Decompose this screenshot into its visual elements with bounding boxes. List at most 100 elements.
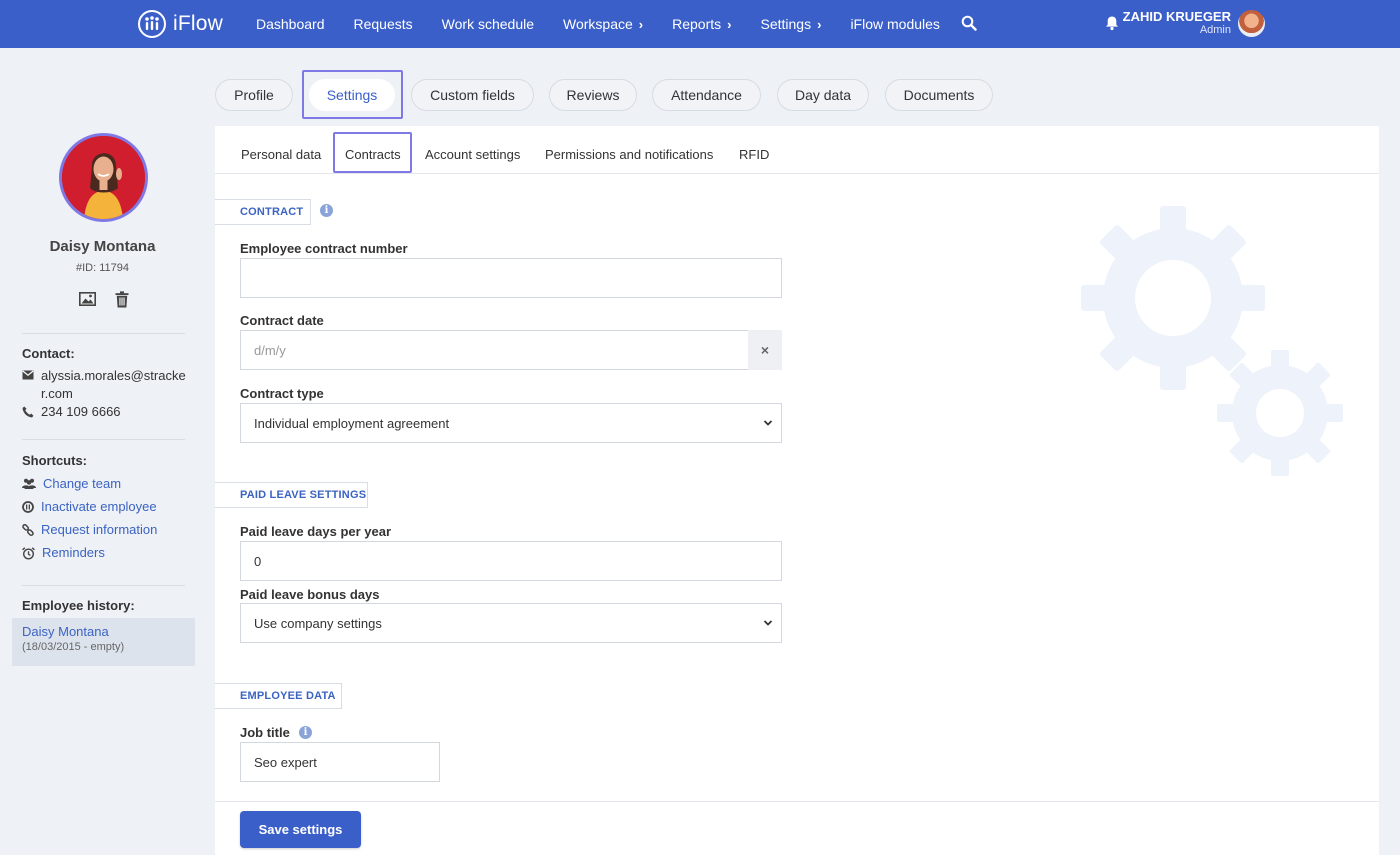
nav-label: Requests [353, 16, 413, 32]
subtab-permissions-notifications[interactable]: Permissions and notifications [545, 147, 713, 162]
user-avatar[interactable] [1238, 10, 1265, 37]
tab-profile[interactable]: Profile [215, 79, 293, 111]
tab-label: Custom fields [430, 87, 515, 103]
nav-label: Settings [760, 16, 812, 32]
phone-icon [22, 406, 34, 418]
shortcut-label[interactable]: Request information [41, 521, 157, 539]
job-title-label: Job title [240, 725, 290, 740]
tab-day-data[interactable]: Day data [777, 79, 869, 111]
paid-leave-days-input[interactable]: 0 [240, 541, 782, 581]
chevron-down-icon [763, 620, 773, 626]
tab-label: Documents [903, 87, 975, 103]
nav-reports[interactable]: Reports › [672, 16, 731, 32]
change-photo-icon[interactable] [79, 292, 96, 306]
history-heading: Employee history: [22, 598, 135, 613]
bonus-days-label: Paid leave bonus days [240, 587, 380, 602]
tab-settings[interactable]: Settings [309, 79, 395, 111]
phone-text[interactable]: 234 109 6666 [41, 403, 121, 421]
subtab-account-settings[interactable]: Account settings [425, 147, 520, 162]
bell-icon[interactable] [1105, 15, 1119, 31]
nav-iflow-modules[interactable]: iFlow modules [850, 16, 939, 32]
history-name[interactable]: Daisy Montana [22, 624, 185, 639]
employee-avatar [59, 133, 148, 222]
history-entry[interactable]: Daisy Montana (18/03/2015 - empty) [12, 618, 195, 666]
contact-heading: Contact: [22, 346, 75, 361]
tab-documents[interactable]: Documents [885, 79, 993, 111]
shortcut-label[interactable]: Change team [43, 475, 121, 493]
save-settings-button[interactable]: Save settings [240, 811, 361, 848]
nav-settings[interactable]: Settings › [761, 16, 822, 32]
nav-workspace[interactable]: Workspace › [563, 16, 643, 32]
employee-data-section-header: EMPLOYEE DATA [215, 683, 342, 709]
gears-illustration-icon [1081, 206, 1343, 476]
clear-date-button[interactable]: × [748, 330, 782, 370]
contact-phone: 234 109 6666 [22, 403, 187, 421]
contact-email: alyssia.morales@stracker.com [22, 367, 187, 403]
settings-subtabs: Personal data Contracts Account settings… [215, 126, 1379, 174]
nav-work-schedule[interactable]: Work schedule [442, 16, 534, 32]
shortcut-reminders[interactable]: Reminders [22, 544, 187, 562]
shortcut-label[interactable]: Reminders [42, 544, 105, 562]
tab-label: Attendance [671, 87, 742, 103]
tab-label: Day data [794, 87, 852, 103]
nav-requests[interactable]: Requests [354, 16, 413, 32]
history-period: (18/03/2015 - empty) [22, 641, 125, 653]
shortcut-change-team[interactable]: Change team [22, 475, 187, 493]
subtab-personal-data[interactable]: Personal data [241, 147, 321, 162]
iflow-logo[interactable]: iFlow [137, 9, 223, 39]
user-name: ZAHID KRUEGER [1122, 9, 1231, 24]
nav-label: iFlow modules [850, 16, 940, 32]
job-title-input[interactable]: Seo expert [240, 742, 440, 782]
bonus-days-select[interactable]: Use company settings [240, 603, 782, 643]
divider [22, 333, 185, 334]
user-role: Admin [1199, 24, 1231, 36]
divider [215, 801, 1379, 802]
chevron-right-icon: › [817, 17, 822, 32]
date-placeholder: d/m/y [254, 342, 286, 358]
shortcuts-heading: Shortcuts: [22, 453, 87, 468]
contract-number-label: Employee contract number [240, 241, 408, 256]
divider [22, 439, 185, 440]
subtab-rfid[interactable]: RFID [739, 147, 769, 162]
link-icon [22, 524, 34, 536]
chevron-right-icon: › [638, 17, 644, 32]
search-icon[interactable] [961, 15, 977, 31]
paid-leave-days-label: Paid leave days per year [240, 524, 392, 539]
chevron-down-icon [763, 420, 773, 426]
tab-attendance[interactable]: Attendance [652, 79, 761, 111]
employee-name: Daisy Montana [49, 238, 156, 255]
settings-panel: Personal data Contracts Account settings… [215, 126, 1379, 855]
nav-label: Workspace [563, 16, 633, 32]
users-icon [22, 478, 36, 489]
pause-circle-icon [22, 501, 34, 513]
contract-section-header: CONTRACT [215, 199, 311, 225]
main-nav: Dashboard Requests Work schedule Workspa… [256, 0, 969, 48]
bonus-days-value: Use company settings [254, 615, 382, 631]
subtab-contracts[interactable]: Contracts [345, 147, 401, 162]
tab-label: Profile [234, 87, 274, 103]
contract-type-select[interactable]: Individual employment agreement [240, 403, 782, 443]
contract-date-input[interactable]: d/m/y [240, 330, 749, 370]
contract-number-input[interactable] [240, 258, 782, 298]
email-text[interactable]: alyssia.morales@stracker.com [41, 367, 187, 403]
nav-dashboard[interactable]: Dashboard [256, 16, 325, 32]
chevron-right-icon: › [727, 17, 732, 32]
people-logo-icon [138, 10, 166, 38]
tab-label: Reviews [566, 87, 620, 103]
contract-date-label: Contract date [240, 313, 324, 328]
info-icon[interactable]: i [299, 726, 312, 739]
tab-reviews[interactable]: Reviews [549, 79, 637, 111]
info-icon[interactable]: i [320, 204, 333, 217]
user-menu[interactable]: ZAHID KRUEGER Admin [1123, 9, 1231, 37]
tab-custom-fields[interactable]: Custom fields [411, 79, 534, 111]
divider [22, 585, 185, 586]
nav-label: Dashboard [256, 16, 325, 32]
shortcut-label[interactable]: Inactivate employee [41, 498, 157, 516]
contract-type-value: Individual employment agreement [254, 415, 450, 431]
shortcut-inactivate-employee[interactable]: Inactivate employee [22, 498, 187, 516]
top-navbar: iFlow Dashboard Requests Work schedule W… [0, 0, 1400, 48]
contract-type-label: Contract type [240, 386, 324, 401]
shortcut-request-information[interactable]: Request information [22, 521, 187, 539]
paid-leave-section-header: PAID LEAVE SETTINGS [215, 482, 368, 508]
trash-icon[interactable] [115, 291, 129, 308]
